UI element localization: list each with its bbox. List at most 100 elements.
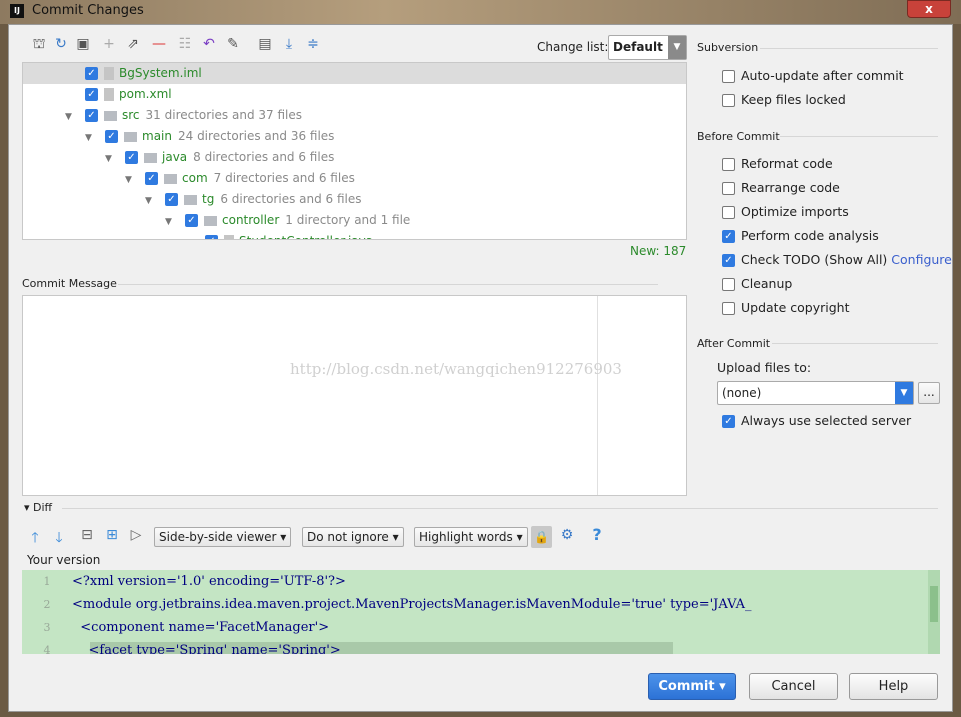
app-logo-icon: IJ bbox=[10, 4, 24, 18]
option-label: Optimize imports bbox=[741, 204, 849, 219]
line-number: 4 bbox=[43, 644, 51, 654]
checkbox-checked-icon[interactable]: ✓ bbox=[185, 214, 198, 227]
file-icon bbox=[224, 235, 234, 239]
checkbox-checked-icon[interactable]: ✓ bbox=[145, 172, 158, 185]
checkbox-checked-icon[interactable]: ✓ bbox=[85, 88, 98, 101]
viewer-select[interactable]: Side-by-side viewer ▾ bbox=[154, 527, 292, 547]
tree-row[interactable]: ✓ pom.xml bbox=[23, 84, 686, 105]
option-checkbox[interactable]: Rearrange code bbox=[722, 180, 840, 195]
window-title: Commit Changes bbox=[32, 3, 144, 18]
option-checkbox[interactable]: Reformat code bbox=[722, 156, 833, 171]
checkbox-checked-icon[interactable]: ✓ bbox=[165, 193, 178, 206]
option-label: Keep files locked bbox=[741, 92, 846, 107]
checkbox-checked-icon[interactable]: ✓ bbox=[85, 109, 98, 122]
previous-diff-icon[interactable]: 🡑 bbox=[26, 527, 44, 551]
code-text: <module org.jetbrains.idea.maven.project… bbox=[72, 597, 752, 612]
help-button[interactable]: Help bbox=[849, 673, 938, 700]
help-icon[interactable]: ? bbox=[588, 525, 606, 544]
previous-file-icon[interactable]: ⊟ bbox=[78, 527, 96, 543]
next-diff-icon[interactable]: 🡓 bbox=[50, 527, 68, 551]
code-text: <facet type='Spring' name='Spring'> bbox=[72, 643, 341, 654]
tree-row[interactable]: ▼ ✓ java 8 directories and 6 files bbox=[23, 147, 686, 168]
edit-icon[interactable]: ✎ bbox=[224, 36, 242, 52]
cancel-button[interactable]: Cancel bbox=[749, 673, 838, 700]
remove-icon[interactable]: — bbox=[150, 36, 168, 52]
code-line: 3 <component name='FacetManager'> bbox=[22, 616, 940, 639]
checkbox-checked-icon[interactable]: ✓ bbox=[105, 130, 118, 143]
expand-arrow-icon[interactable]: ▼ bbox=[125, 170, 139, 191]
revert-icon[interactable]: ↶ bbox=[200, 36, 218, 52]
title-bar: IJ Commit Changes x bbox=[0, 0, 961, 24]
always-use-server-checkbox[interactable]: ✓ Always use selected server bbox=[722, 413, 911, 428]
collapse-icon[interactable]: ≑ bbox=[304, 36, 322, 52]
upload-server-select[interactable]: (none) ▼ bbox=[717, 381, 914, 405]
commit-message-input[interactable] bbox=[22, 295, 687, 496]
tree-item-name: pom.xml bbox=[119, 87, 172, 101]
diff-title: Diff bbox=[33, 501, 53, 514]
option-checkbox[interactable]: Auto-update after commit bbox=[722, 68, 904, 83]
expand-arrow-icon[interactable]: ▼ bbox=[145, 191, 159, 212]
tree-row[interactable]: ▼ ✓ com 7 directories and 6 files bbox=[23, 168, 686, 189]
option-checkbox[interactable]: ✓ Perform code analysis bbox=[722, 228, 879, 243]
checkbox-checked-icon[interactable]: ✓ bbox=[85, 67, 98, 80]
tree-item-name: tg bbox=[202, 192, 215, 206]
tree-row[interactable]: ▼ ✓ tg 6 directories and 6 files bbox=[23, 189, 686, 210]
checkbox-icon bbox=[722, 158, 735, 171]
tree-row[interactable]: ✓ StudentController.java bbox=[23, 231, 686, 239]
gear-icon[interactable]: ⚙ bbox=[558, 527, 576, 543]
checkbox-icon bbox=[722, 70, 735, 83]
lock-icon[interactable]: 🔒 bbox=[531, 526, 552, 548]
your-version-label: Your version bbox=[27, 553, 101, 567]
expand-arrow-icon[interactable]: ▼ bbox=[105, 149, 119, 170]
checkbox-checked-icon[interactable]: ✓ bbox=[125, 151, 138, 164]
changelist-icon[interactable]: ▣ bbox=[74, 36, 92, 52]
new-files-count: New: 187 bbox=[630, 244, 687, 258]
expand-arrow-icon[interactable]: ▼ bbox=[165, 212, 179, 233]
expand-all-toggle-icon[interactable]: ▤ bbox=[256, 36, 274, 52]
file-icon bbox=[104, 88, 114, 101]
tree-item-count: 1 directory and 1 file bbox=[285, 213, 411, 227]
checkbox-icon bbox=[722, 278, 735, 291]
changes-tree[interactable]: ✓ BgSystem.iml ✓ pom.xml ▼ ✓ src 31 directories… bbox=[22, 62, 687, 240]
refresh-icon[interactable]: ↻ bbox=[52, 36, 70, 52]
tree-item-count: 8 directories and 6 files bbox=[193, 150, 335, 164]
diff-editor[interactable]: 1 <?xml version='1.0' encoding='UTF-8'?> 2… bbox=[22, 570, 940, 654]
tree-row[interactable]: ✓ BgSystem.iml bbox=[23, 63, 686, 84]
browse-button[interactable]: ... bbox=[918, 382, 940, 404]
commit-button[interactable]: Commit ▾ bbox=[648, 673, 736, 700]
move-icon[interactable]: ⇗ bbox=[124, 36, 142, 52]
line-number: 2 bbox=[43, 598, 51, 611]
option-checkbox[interactable]: Update copyright bbox=[722, 300, 849, 315]
expand-arrow-icon[interactable]: ▼ bbox=[65, 107, 79, 128]
expand-icon[interactable]: ⤓ bbox=[280, 36, 298, 52]
expand-arrow-icon[interactable]: ▼ bbox=[85, 128, 99, 149]
group-icon[interactable]: ☷ bbox=[176, 36, 194, 52]
diff-toggle[interactable]: ▾ Diff bbox=[24, 501, 52, 514]
tree-row[interactable]: ▼ ✓ controller 1 directory and 1 file bbox=[23, 210, 686, 231]
close-button[interactable]: x bbox=[907, 0, 951, 18]
checkbox-checked-icon[interactable]: ✓ bbox=[205, 235, 218, 239]
tree-item-count: 31 directories and 37 files bbox=[145, 108, 302, 122]
add-icon[interactable]: + bbox=[100, 36, 118, 52]
tree-row[interactable]: ▼ ✓ src 31 directories and 37 files bbox=[23, 105, 686, 126]
option-checkbox[interactable]: Keep files locked bbox=[722, 92, 846, 107]
tree-row[interactable]: ▼ ✓ main 24 directories and 36 files bbox=[23, 126, 686, 147]
option-checkbox[interactable]: ✓ Check TODO (Show All) Configure bbox=[722, 252, 952, 267]
diff-icon[interactable]: ⛫ bbox=[30, 36, 48, 54]
ignore-select[interactable]: Do not ignore ▾ bbox=[302, 527, 404, 547]
line-number: 3 bbox=[43, 621, 51, 634]
file-icon bbox=[104, 67, 114, 80]
configure-link[interactable]: Configure bbox=[891, 252, 952, 267]
chevron-down-icon: ▼ bbox=[895, 382, 913, 404]
option-checkbox[interactable]: Optimize imports bbox=[722, 204, 849, 219]
tree-item-name: src bbox=[122, 108, 140, 122]
option-checkbox[interactable]: Cleanup bbox=[722, 276, 792, 291]
change-list-select[interactable]: Default ▼ bbox=[608, 35, 687, 60]
tree-item-count: 6 directories and 6 files bbox=[220, 192, 362, 206]
upload-label: Upload files to: bbox=[717, 360, 812, 375]
edit-source-icon[interactable]: ▷ bbox=[127, 527, 145, 543]
code-line: 2 <module org.jetbrains.idea.maven.projec… bbox=[22, 593, 940, 616]
highlight-select[interactable]: Highlight words ▾ bbox=[414, 527, 528, 547]
folder-icon bbox=[204, 215, 217, 226]
next-file-icon[interactable]: ⊞ bbox=[103, 527, 121, 543]
